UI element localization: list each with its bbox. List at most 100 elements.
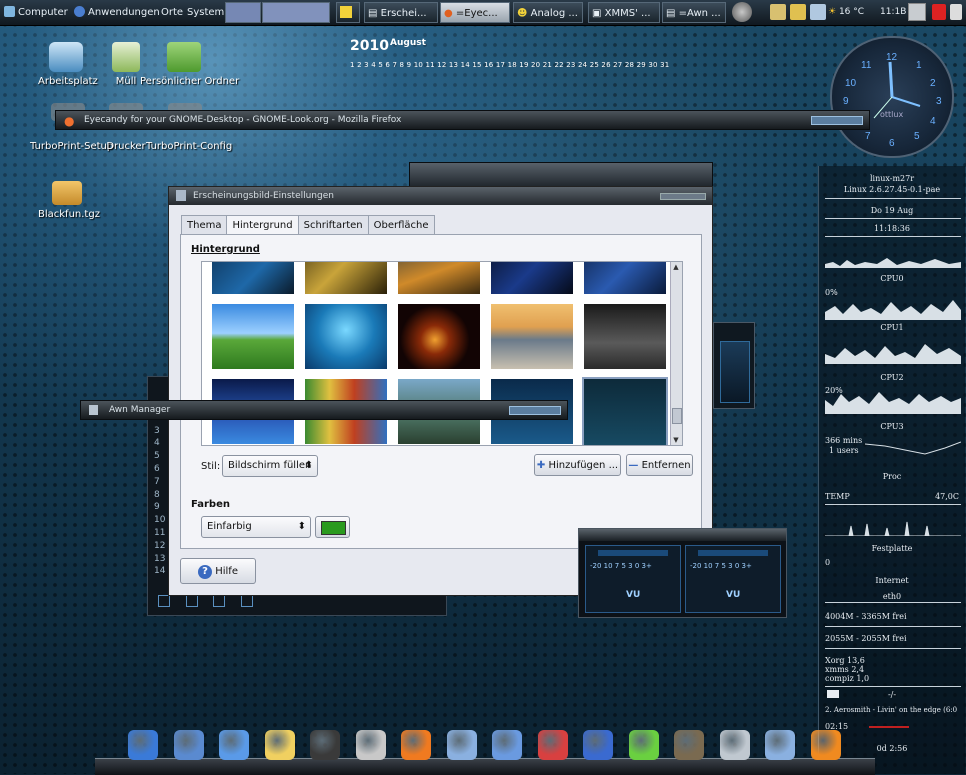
dialog-titlebar[interactable]: Erscheinungsbild-Einstellungen [169,187,712,205]
disk-graph [825,521,961,536]
scroll-down-icon[interactable]: ▼ [672,436,680,444]
dock-gimp-icon[interactable] [674,730,704,760]
window-controls[interactable] [811,116,863,125]
desktop-icon-home[interactable]: Persönlicher Ordner [140,42,239,87]
wallpaper-scrollbar[interactable]: ▲ ▼ [670,262,682,445]
clock-face: 1212 345 678 91011 [843,52,942,149]
task-firefox[interactable]: ● =Eyec... [440,2,510,23]
screenshot-icon[interactable] [908,3,926,21]
gnome-foot-icon [74,6,85,17]
vu-right-meter: -20 10 7 5 3 0 3+ VU [685,545,781,613]
dock-printer-icon[interactable] [719,730,750,760]
edit-tray-icon[interactable] [810,4,826,20]
weather-applet[interactable]: ☀ 16 °C [828,0,864,25]
svg-text:3: 3 [936,96,942,107]
media-controls[interactable] [158,595,438,609]
divider [825,198,961,199]
dock-notes-icon[interactable] [264,730,295,760]
vu-right-scale: -20 10 7 5 3 0 3+ [690,562,752,570]
task-analog-clock[interactable]: ☻ Analog ... [513,2,583,23]
tab-oberflaeche[interactable]: Oberfläche [367,215,435,236]
menu-places[interactable]: Orte [161,0,183,25]
dock-writer-icon[interactable] [583,730,613,760]
wallpaper-thumb-selected[interactable] [582,377,668,445]
menu-computer[interactable]: Computer [4,0,68,25]
dock-firefox-icon[interactable] [401,730,431,760]
wallpaper-thumb[interactable] [584,262,666,294]
dock-settings-icon[interactable] [355,730,386,760]
select-icon[interactable] [213,595,225,607]
dock-base [95,758,875,775]
equalizer-slider[interactable] [720,341,750,403]
vu-titlebar[interactable] [579,529,786,541]
menu-system[interactable]: System [187,0,224,25]
panel-clock[interactable]: 11:1B [880,0,906,25]
window-controls[interactable] [509,406,561,415]
wallpaper-thumb[interactable] [491,304,573,369]
desktop-icon-arbeitsplatz[interactable]: Arbeitsplatz [38,42,98,87]
dock-globe-icon[interactable] [128,730,158,760]
window-controls[interactable] [660,193,706,200]
color-mode-select[interactable]: Einfarbig ⬍ [201,516,311,538]
wallpaper-thumb[interactable] [212,262,294,294]
scroll-up-icon[interactable]: ▲ [672,263,680,271]
folder-tray-icon[interactable] [770,4,786,20]
style-select[interactable]: Bildschirm füllen ⬍ [222,455,318,477]
wallpaper-thumb[interactable] [305,304,387,369]
task-appearance[interactable]: ▤ Erschei... [364,2,438,23]
dock-chat-icon[interactable] [628,730,659,760]
tab-thema[interactable]: Thema [181,215,228,236]
minus-icon: — [628,460,639,471]
task-awn[interactable]: ▤ =Awn ... [662,2,726,23]
desktop-icon-label: TurboPrint-Config [146,141,233,152]
firefox-window-titlebar[interactable]: ● Eyecandy for your GNOME-Desktop - GNOM… [55,110,870,130]
menu-applications[interactable]: Anwendungen [74,0,160,25]
tab-schriftarten[interactable]: Schriftarten [297,215,369,236]
wallpaper-thumb[interactable] [305,262,387,294]
workspace-switcher[interactable] [262,2,330,23]
color-picker-button[interactable] [315,516,350,538]
add-wallpaper-button[interactable]: ✚ Hinzufügen ... [534,454,621,476]
cpu0-graph [825,300,961,320]
wallpaper-thumb[interactable] [491,262,573,294]
wallpaper-thumb[interactable] [398,262,480,294]
wallpaper-thumb[interactable] [212,304,294,369]
style-label: Stil: [201,461,221,472]
track-number: 3 [154,425,160,436]
wallpaper-thumb[interactable] [584,304,666,369]
awn-manager-titlebar[interactable]: Awn Manager [80,400,568,420]
show-desktop-button[interactable] [225,2,261,23]
dock-terminal-icon[interactable] [310,730,340,760]
dock-player-icon[interactable] [765,730,795,760]
dock-office-icon[interactable] [537,730,568,760]
remove-icon[interactable] [185,595,198,607]
mail-tray-icon[interactable] [790,4,806,20]
misc-icon[interactable] [240,595,253,607]
notes-applet[interactable] [336,2,360,23]
scrollbar-thumb[interactable] [672,408,682,424]
task-xmms[interactable]: ▣ XMMS' ... [588,2,660,23]
desktop-icon-trash[interactable]: Müll [108,42,144,87]
wallpaper-thumb[interactable] [398,304,480,369]
divider [825,504,961,505]
battery-icon[interactable] [950,4,962,20]
track-number: 8 [154,489,160,500]
divider [825,602,961,603]
svg-text:2: 2 [930,78,936,89]
svg-text:10: 10 [845,78,857,89]
conky-host: linux-m27r [869,174,915,183]
dock-music-icon[interactable] [446,730,477,760]
dock-mail-icon[interactable] [219,730,249,760]
volume-applet-icon[interactable] [732,2,752,22]
add-icon[interactable] [158,595,170,607]
remove-wallpaper-button[interactable]: — Entfernen [626,454,693,476]
dock-vlc-icon[interactable] [810,730,841,760]
help-button[interactable]: ? Hilfe [180,558,256,584]
desktop-icon-blackfun[interactable]: Blackfun.tgz [38,181,100,220]
track-number: 4 [154,438,160,449]
dock-network-icon[interactable] [492,730,522,760]
network-tray-icon[interactable] [932,4,946,20]
section-label-colors: Farben [191,499,230,510]
track-number: 6 [154,463,160,474]
dock-home-icon[interactable] [173,730,204,760]
